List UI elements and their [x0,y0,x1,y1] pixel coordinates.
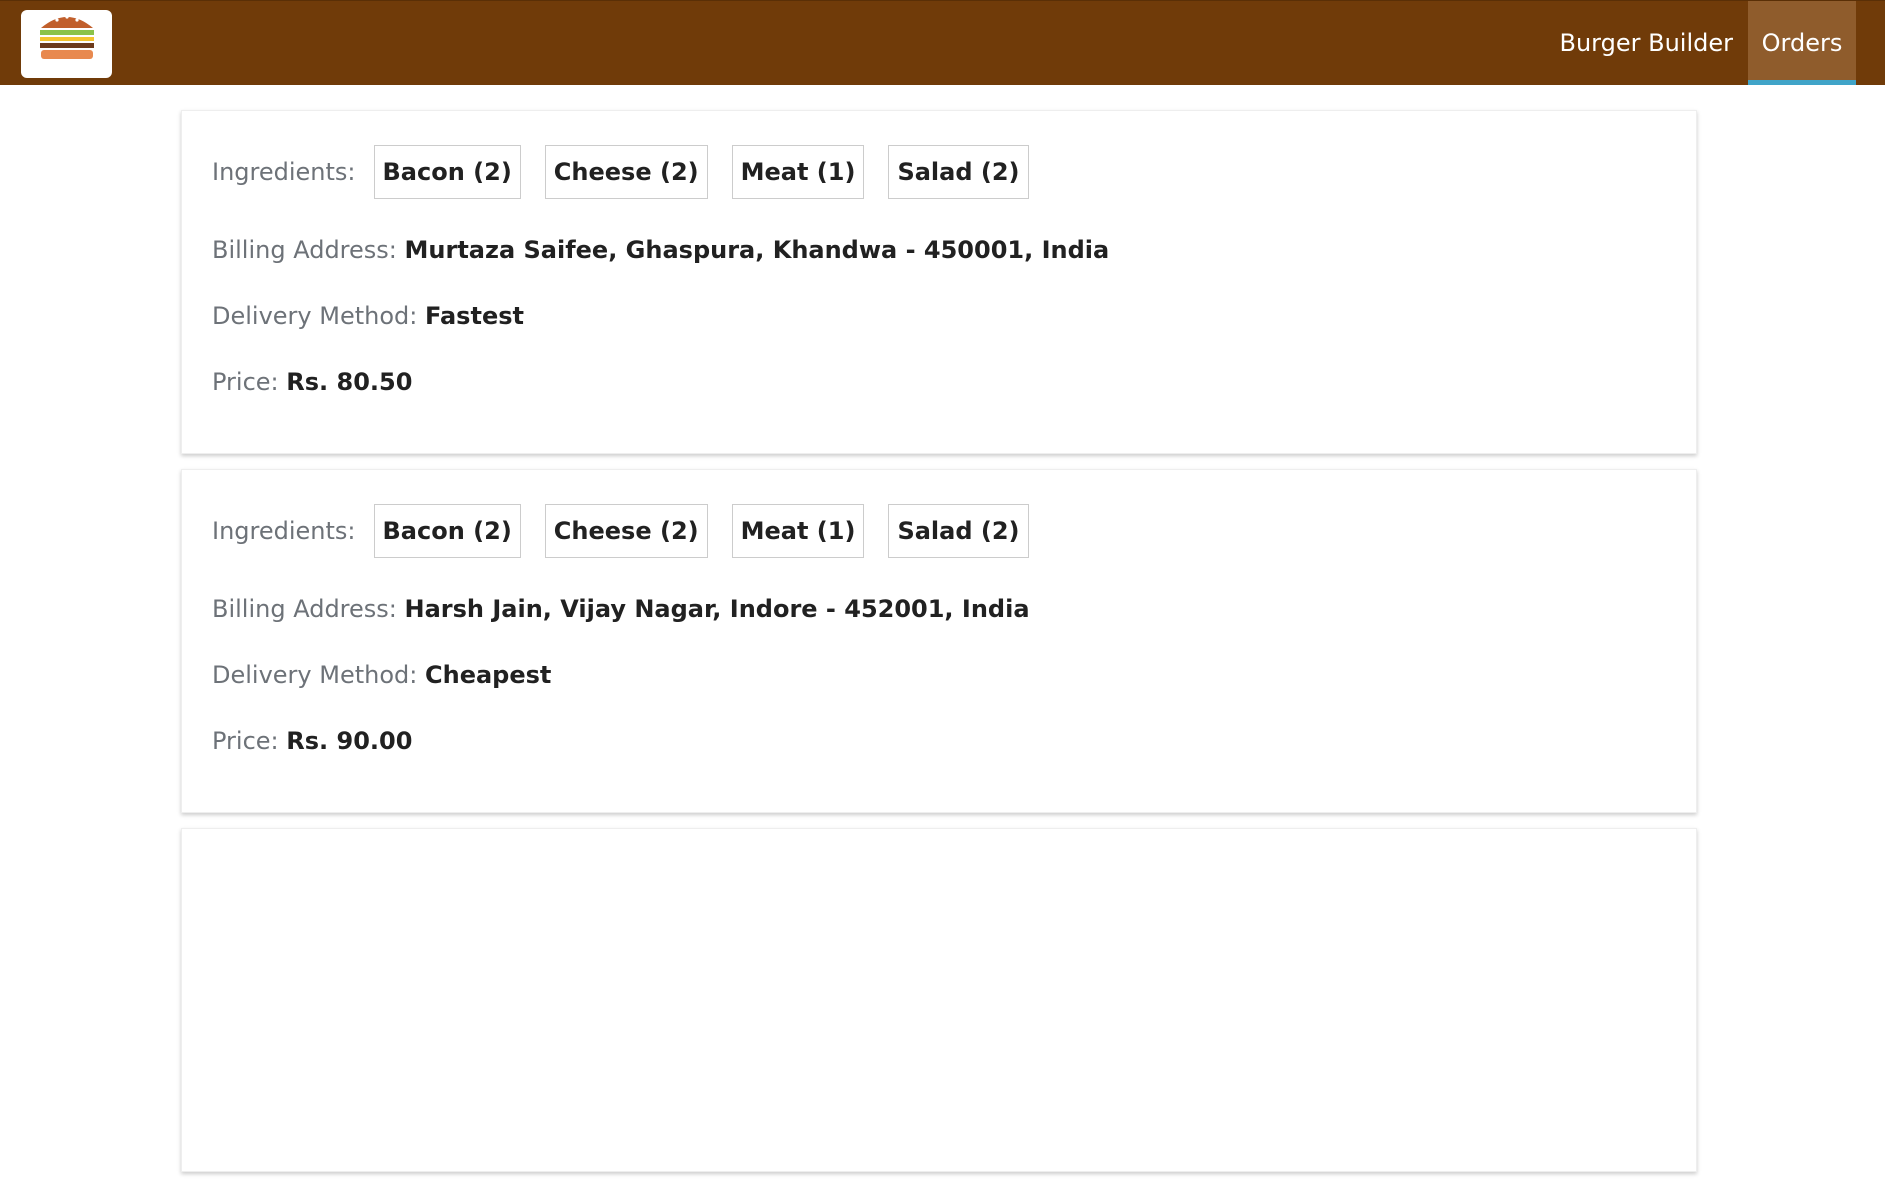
price-value: Rs. 80.50 [286,368,412,396]
ingredient-chip: Meat (1) [732,504,865,558]
ingredients-row: Ingredients: Bacon (2) Cheese (2) Meat (… [212,145,1666,199]
orders-list: Ingredients: Bacon (2) Cheese (2) Meat (… [181,110,1697,1187]
ingredient-chip: Cheese (2) [545,145,708,199]
price-label: Price: [212,727,279,755]
delivery-method: Delivery Method: Cheapest [212,660,1666,690]
price-label: Price: [212,368,279,396]
price: Price: Rs. 90.00 [212,726,1666,756]
ingredient-chip: Bacon (2) [374,504,521,558]
billing-address: Billing Address: Murtaza Saifee, Ghaspur… [212,235,1666,265]
ingredient-chip: Meat (1) [732,145,865,199]
nav-orders[interactable]: Orders [1748,1,1856,85]
burger-logo-icon[interactable] [21,10,112,78]
ingredients-label: Ingredients: [212,517,356,545]
ingredients-row: Ingredients: Bacon (2) Cheese (2) Meat (… [212,504,1666,558]
price-value: Rs. 90.00 [286,727,412,755]
billing-label: Billing Address: [212,595,397,623]
delivery-value: Fastest [425,302,524,330]
billing-label: Billing Address: [212,236,397,264]
order-card: Ingredients: Bacon (2) Cheese (2) Meat (… [181,110,1697,454]
billing-value: Murtaza Saifee, Ghaspura, Khandwa - 4500… [405,236,1110,264]
delivery-value: Cheapest [425,661,551,689]
order-card-partial [181,828,1697,1172]
toolbar: Burger Builder Orders [0,0,1885,85]
billing-address: Billing Address: Harsh Jain, Vijay Nagar… [212,594,1666,624]
delivery-method: Delivery Method: Fastest [212,301,1666,331]
delivery-label: Delivery Method: [212,302,417,330]
order-card: Ingredients: Bacon (2) Cheese (2) Meat (… [181,469,1697,813]
ingredient-chip: Salad (2) [888,504,1028,558]
billing-value: Harsh Jain, Vijay Nagar, Indore - 452001… [405,595,1030,623]
ingredient-chip: Bacon (2) [374,145,521,199]
ingredient-chip: Cheese (2) [545,504,708,558]
ingredients-label: Ingredients: [212,158,356,186]
nav-burger-builder[interactable]: Burger Builder [1545,1,1749,85]
delivery-label: Delivery Method: [212,661,417,689]
ingredient-chip: Salad (2) [888,145,1028,199]
main-nav: Burger Builder Orders [1545,1,1885,85]
price: Price: Rs. 80.50 [212,367,1666,397]
